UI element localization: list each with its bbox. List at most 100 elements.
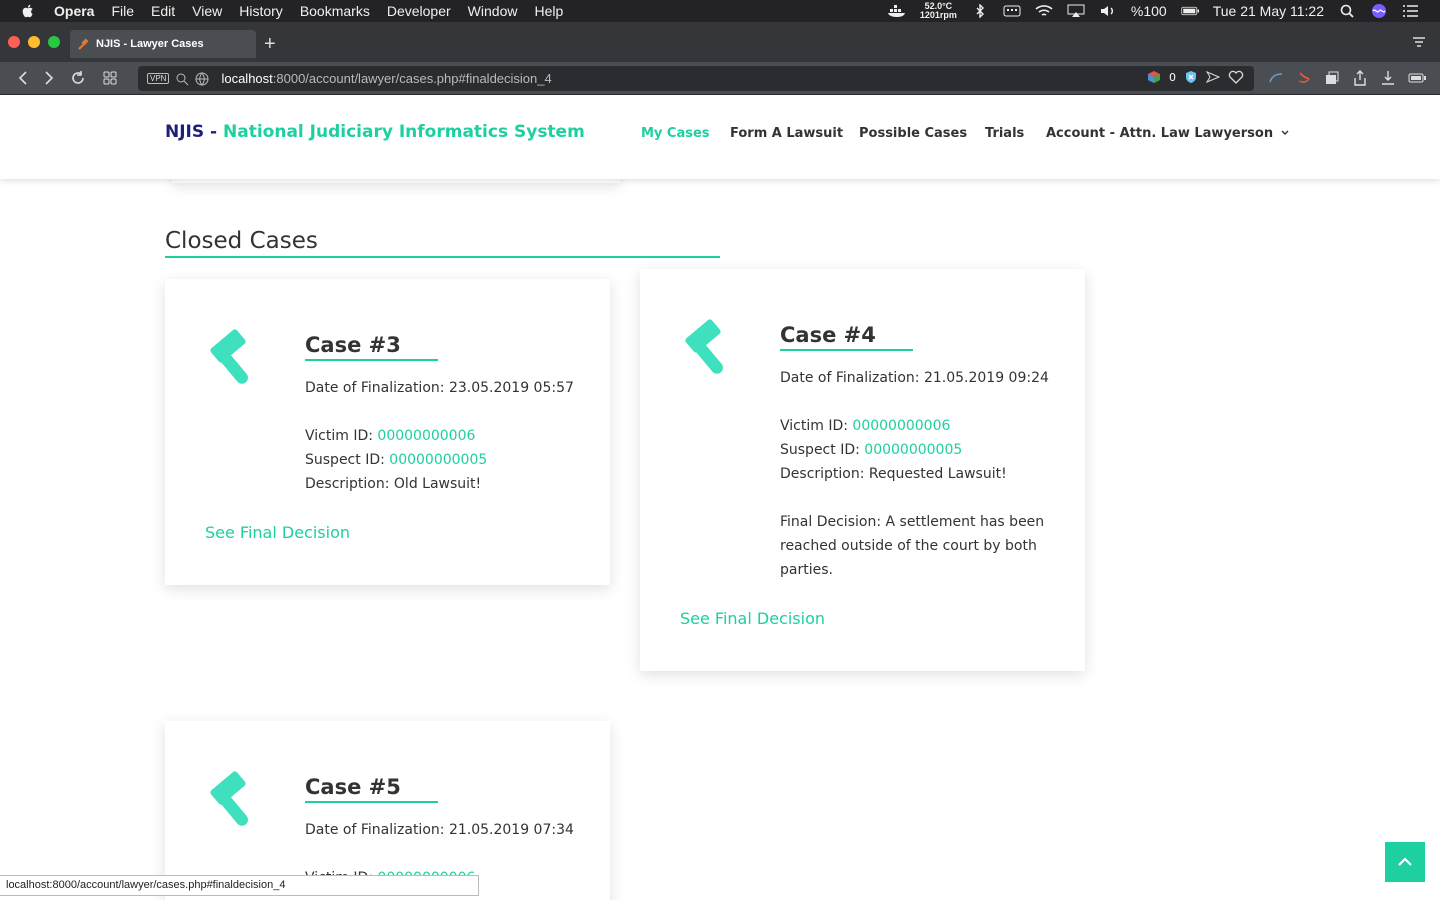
brand-full-name: National Judiciary Informatics System: [223, 122, 585, 142]
globe-icon[interactable]: [195, 72, 209, 86]
speed-dial-icon[interactable]: [102, 70, 118, 86]
date-label: Date of Finalization:: [780, 370, 924, 386]
suspect-label: Suspect ID:: [780, 442, 865, 458]
section-title-underline: [165, 256, 720, 258]
case-title-underline: [305, 801, 438, 803]
snapshot-extension-icon[interactable]: [1268, 70, 1284, 86]
cube-extension-icon[interactable]: [1147, 70, 1161, 84]
wifi-icon[interactable]: [1035, 4, 1053, 18]
search-zoom-icon[interactable]: [175, 72, 191, 86]
clock[interactable]: Tue 21 May 11:22: [1213, 3, 1324, 19]
description-label: Description:: [780, 466, 869, 482]
keyboard-icon[interactable]: [1003, 4, 1021, 18]
case-title-underline: [305, 359, 438, 361]
battery-icon[interactable]: [1181, 4, 1199, 18]
description-label: Description:: [305, 476, 394, 492]
victim-id: Victim ID: 00000000006: [780, 418, 950, 434]
volume-icon[interactable]: [1099, 4, 1117, 18]
bluetooth-icon[interactable]: [971, 4, 989, 18]
cpu-temp-readout[interactable]: 52.0°C 1201rpm: [920, 2, 957, 20]
ad-blocker-icon[interactable]: [1184, 70, 1198, 84]
back-icon[interactable]: [16, 70, 32, 86]
chevron-down-icon: [1281, 130, 1289, 135]
description-value: Requested Lawsuit!: [868, 466, 1007, 482]
docker-icon[interactable]: [887, 4, 906, 18]
menu-edit[interactable]: Edit: [151, 3, 175, 19]
swift-extension-icon[interactable]: [1296, 70, 1312, 86]
tab-title: NJIS - Lawyer Cases: [96, 38, 204, 50]
menu-app-opera[interactable]: Opera: [54, 3, 94, 19]
suspect-id: Suspect ID: 00000000005: [305, 452, 487, 468]
victim-label: Victim ID:: [780, 418, 853, 434]
menu-file[interactable]: File: [111, 3, 134, 19]
new-tab-button[interactable]: +: [264, 33, 276, 56]
menu-window[interactable]: Window: [468, 3, 518, 19]
spotlight-search-icon[interactable]: [1338, 4, 1356, 18]
window-close-button[interactable]: [8, 36, 20, 48]
finalization-date: Date of Finalization: 21.05.2019 07:34: [305, 822, 574, 838]
case-title: Case #4: [780, 323, 876, 347]
description-value: Old Lawsuit!: [393, 476, 482, 492]
site-header: NJIS - National Judiciary Informatics Sy…: [0, 95, 1440, 179]
description: Description: Old Lawsuit!: [305, 476, 481, 492]
chevron-up-icon: [1398, 857, 1412, 866]
case-card-4: Case #4 Date of Finalization: 21.05.2019…: [640, 269, 1085, 671]
siri-icon[interactable]: [1370, 4, 1388, 18]
final-decision: Final Decision: A settlement has been: [780, 514, 1044, 530]
see-final-decision-link[interactable]: See Final Decision: [680, 609, 825, 628]
address-bar[interactable]: VPN localhost:8000/account/lawyer/cases.…: [138, 66, 1254, 91]
nav-trials[interactable]: Trials: [985, 126, 1024, 141]
blocker-count: 0: [1169, 70, 1176, 84]
nav-possible-cases[interactable]: Possible Cases: [859, 126, 967, 141]
case-title-underline: [780, 349, 913, 351]
date-value: 23.05.2019 05:57: [448, 380, 574, 396]
gavel-icon: [210, 329, 248, 384]
suspect-id-link[interactable]: 00000000005: [389, 452, 487, 468]
download-icon[interactable]: [1380, 70, 1396, 86]
menu-bookmarks[interactable]: Bookmarks: [300, 3, 370, 19]
case-title: Case #5: [305, 775, 401, 799]
suspect-id: Suspect ID: 00000000005: [780, 442, 962, 458]
menu-history[interactable]: History: [239, 3, 283, 19]
nav-account-dropdown[interactable]: Account - Attn. Law Lawyerson: [1046, 126, 1290, 141]
description: Description: Requested Lawsuit!: [780, 466, 1007, 482]
gavel-icon: [685, 319, 723, 374]
url-text[interactable]: localhost:8000/account/lawyer/cases.php#…: [221, 71, 551, 86]
victim-id-link[interactable]: 00000000006: [377, 428, 475, 444]
tab-njis-lawyer-cases[interactable]: NJIS - Lawyer Cases: [70, 30, 256, 58]
bookmark-heart-icon[interactable]: [1228, 70, 1244, 84]
gavel-icon: [210, 771, 248, 826]
finalization-date: Date of Finalization: 23.05.2019 05:57: [305, 380, 574, 396]
tab-menu-icon[interactable]: [1412, 36, 1426, 48]
battery-percent[interactable]: %100: [1131, 3, 1167, 19]
vpn-badge[interactable]: VPN: [147, 73, 170, 84]
date-value: 21.05.2019 09:24: [923, 370, 1049, 386]
reload-icon[interactable]: [70, 70, 86, 86]
final-decision-label: Final Decision:: [780, 514, 886, 530]
scroll-to-top-button[interactable]: [1385, 842, 1425, 882]
menu-developer[interactable]: Developer: [387, 3, 451, 19]
menu-view[interactable]: View: [192, 3, 222, 19]
site-brand[interactable]: NJIS - National Judiciary Informatics Sy…: [165, 122, 585, 142]
final-decision-line-3: parties.: [780, 562, 833, 578]
battery-saver-icon[interactable]: [1408, 70, 1426, 86]
forward-icon[interactable]: [40, 70, 56, 86]
menu-help[interactable]: Help: [534, 3, 563, 19]
browser-toolbar: VPN localhost:8000/account/lawyer/cases.…: [0, 62, 1440, 95]
tabs-stack-icon[interactable]: [1324, 70, 1340, 86]
window-minimize-button[interactable]: [28, 36, 40, 48]
victim-id-link[interactable]: 00000000006: [852, 418, 950, 434]
nav-my-cases[interactable]: My Cases: [641, 126, 710, 141]
notification-center-icon[interactable]: [1402, 4, 1420, 18]
see-final-decision-link[interactable]: See Final Decision: [205, 523, 350, 542]
brand-abbreviation: NJIS -: [165, 122, 224, 142]
send-icon[interactable]: [1206, 70, 1220, 84]
airplay-icon[interactable]: [1067, 4, 1085, 18]
nav-form-a-lawsuit[interactable]: Form A Lawsuit: [730, 126, 843, 141]
apple-icon[interactable]: [20, 3, 36, 19]
window-zoom-button[interactable]: [48, 36, 60, 48]
share-icon[interactable]: [1352, 70, 1368, 86]
victim-label: Victim ID:: [305, 428, 378, 444]
suspect-id-link[interactable]: 00000000005: [864, 442, 962, 458]
finalization-date: Date of Finalization: 21.05.2019 09:24: [780, 370, 1049, 386]
